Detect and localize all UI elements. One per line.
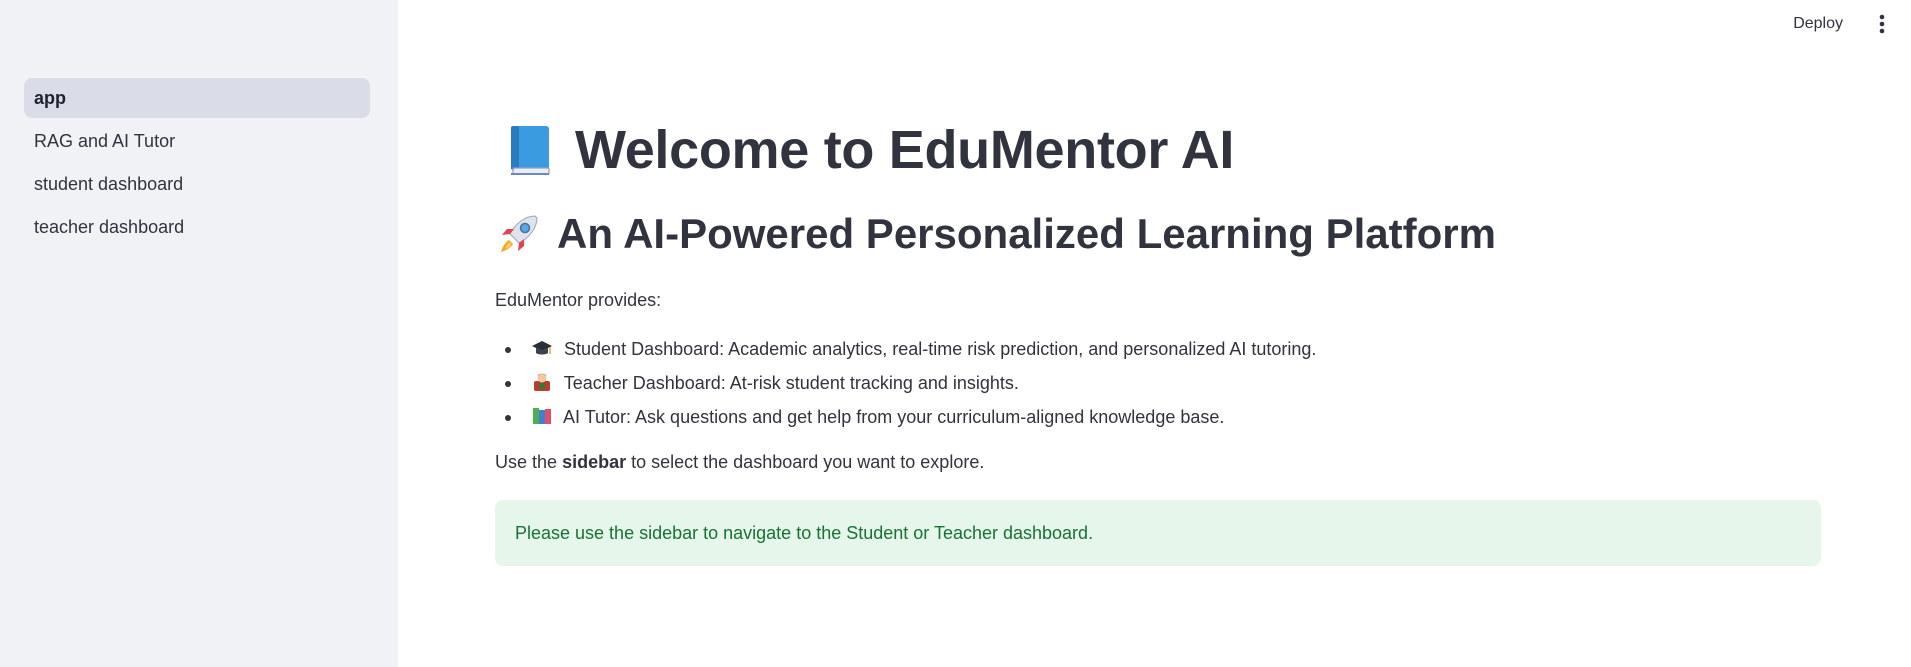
vertical-dots-icon[interactable] — [1871, 12, 1893, 36]
sidebar-item-app[interactable]: app — [24, 78, 370, 118]
bullet-icon — [505, 415, 511, 421]
blue-book-icon — [507, 124, 553, 176]
feature-text-ai-tutor: AI Tutor: Ask questions and get help fro… — [563, 407, 1225, 427]
sidebar-nav: app RAG and AI Tutor student dashboard t… — [24, 78, 370, 250]
feature-text-student: Student Dashboard: Academic analytics, r… — [564, 339, 1317, 359]
usage-bold: sidebar — [562, 452, 627, 472]
list-item: Student Dashboard: Academic analytics, r… — [495, 332, 1821, 366]
app-window: app RAG and AI Tutor student dashboard t… — [0, 0, 1911, 667]
feature-list: Student Dashboard: Academic analytics, r… — [495, 332, 1821, 434]
usage-prefix: Use the — [495, 452, 558, 472]
title-row: Welcome to EduMentor AI — [495, 110, 1821, 190]
sidebar-item-rag-ai-tutor[interactable]: RAG and AI Tutor — [24, 121, 370, 161]
rocket-icon — [495, 210, 543, 258]
page-title: Welcome to EduMentor AI — [575, 120, 1235, 180]
list-item: AI Tutor: Ask questions and get help fro… — [495, 400, 1821, 434]
intro-text: EduMentor provides: — [495, 290, 662, 310]
bullet-icon — [505, 347, 511, 353]
sidebar: app RAG and AI Tutor student dashboard t… — [0, 0, 398, 667]
feature-text-teacher: Teacher Dashboard: At-risk student track… — [563, 373, 1019, 393]
graduation-cap-icon — [531, 335, 553, 355]
success-alert: Please use the sidebar to navigate to th… — [495, 500, 1821, 566]
subtitle-row: An AI-Powered Personalized Learning Plat… — [495, 204, 1821, 264]
usage-text: Use the sidebar to select the dashboard … — [495, 450, 1821, 474]
list-item: Teacher Dashboard: At-risk student track… — [495, 366, 1821, 400]
sidebar-item-teacher-dashboard[interactable]: teacher dashboard — [24, 207, 370, 247]
sidebar-item-student-dashboard[interactable]: student dashboard — [24, 164, 370, 204]
usage-suffix: to select the dashboard you want to expl… — [631, 452, 985, 472]
bullet-icon — [505, 381, 511, 387]
teacher-icon — [531, 369, 553, 391]
deploy-button[interactable]: Deploy — [1785, 10, 1851, 38]
top-header: Deploy — [398, 0, 1911, 46]
main-content: Welcome to EduMentor AI An AI-Powered Pe… — [495, 110, 1821, 566]
books-icon — [531, 403, 553, 424]
page-subtitle: An AI-Powered Personalized Learning Plat… — [557, 210, 1496, 257]
